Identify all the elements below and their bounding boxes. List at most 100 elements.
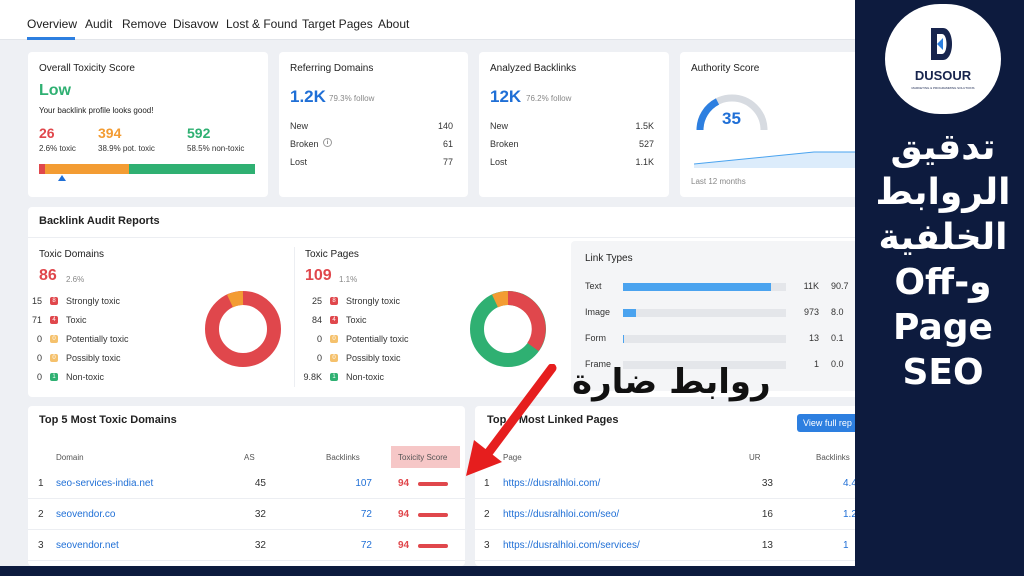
tab-bar: Overview Audit Remove Disavow Lost & Fou… bbox=[0, 0, 855, 40]
col-domain[interactable]: Domain bbox=[56, 453, 84, 462]
title-line-4: Off-و bbox=[894, 262, 992, 303]
toxicity-badge: 4 bbox=[50, 316, 58, 324]
tab-target-pages[interactable]: Target Pages bbox=[302, 17, 373, 31]
breakdown-count[interactable]: 9.8K bbox=[302, 372, 322, 382]
tab-lost-found[interactable]: Lost & Found bbox=[226, 17, 297, 31]
link-type-count: 11K bbox=[803, 281, 819, 291]
reports-title: Backlink Audit Reports bbox=[39, 215, 160, 227]
referring-new-value[interactable]: 140 bbox=[429, 121, 453, 131]
col-as[interactable]: AS bbox=[244, 453, 255, 462]
referring-title: Referring Domains bbox=[290, 63, 374, 74]
col-ur[interactable]: UR bbox=[749, 453, 761, 462]
breakdown-count[interactable]: 0 bbox=[302, 353, 322, 363]
tab-disavow[interactable]: Disavow bbox=[173, 17, 218, 31]
tab-overview[interactable]: Overview bbox=[27, 17, 77, 31]
referring-broken-value[interactable]: 61 bbox=[429, 139, 453, 149]
analyzed-backlinks-card: Analyzed Backlinks 12K 76.2% follow New … bbox=[479, 52, 669, 197]
breakdown-label: Possibly toxic bbox=[346, 353, 401, 363]
breakdown-count[interactable]: 0 bbox=[22, 372, 42, 382]
page-backlinks[interactable]: 1.2 bbox=[843, 509, 855, 520]
title-line-3: الخلفية bbox=[878, 217, 1008, 258]
toxic-domains-value[interactable]: 86 bbox=[39, 267, 57, 285]
breakdown-label: Potentially toxic bbox=[346, 334, 409, 344]
breakdown-label: Toxic bbox=[66, 315, 87, 325]
title-line-6: SEO bbox=[902, 352, 984, 393]
referring-new-label: New bbox=[290, 121, 309, 131]
toxicity-badge: 1 bbox=[50, 373, 58, 381]
top-toxic-domains-card: Top 5 Most Toxic Domains Domain AS Backl… bbox=[28, 406, 465, 566]
domain-link[interactable]: seovendor.net bbox=[56, 540, 119, 551]
breakdown-count[interactable]: 0 bbox=[302, 334, 322, 344]
authority-trend-sparkline bbox=[694, 151, 855, 168]
breakdown-label: Toxic bbox=[346, 315, 367, 325]
breakdown-count[interactable]: 84 bbox=[302, 315, 322, 325]
page-link[interactable]: https://dusralhloi.com/seo/ bbox=[503, 509, 619, 520]
domain-as: 32 bbox=[254, 540, 266, 551]
title-line-1: تدقيق bbox=[890, 127, 996, 168]
pot-toxic-count: 394 bbox=[98, 125, 122, 141]
row-number: 1 bbox=[38, 478, 44, 489]
non-toxic-label: 58.5% non-toxic bbox=[187, 144, 245, 153]
toxicity-card: Overall Toxicity Score Low Your backlink… bbox=[28, 52, 268, 197]
domain-backlinks[interactable]: 72 bbox=[346, 509, 372, 520]
page-backlinks[interactable]: 4.4 bbox=[843, 478, 855, 489]
link-type-label: Form bbox=[585, 333, 606, 343]
analyzed-value[interactable]: 12K bbox=[490, 87, 521, 107]
tab-remove[interactable]: Remove bbox=[122, 17, 167, 31]
toxicity-badge: 0 bbox=[50, 354, 58, 362]
domain-backlinks[interactable]: 72 bbox=[346, 540, 372, 551]
toxic-pages-value[interactable]: 109 bbox=[305, 267, 332, 285]
authority-score-card: Authority Score 35 Last 12 months bbox=[680, 52, 855, 197]
domain-link[interactable]: seo-services-india.net bbox=[56, 478, 153, 489]
breakdown-count[interactable]: 0 bbox=[22, 334, 42, 344]
row-number: 3 bbox=[484, 540, 490, 551]
toxicity-level: Low bbox=[39, 82, 71, 99]
brand-name: DUSOUR bbox=[914, 68, 972, 83]
domain-link[interactable]: seovendor.co bbox=[56, 509, 116, 520]
authority-value: 35 bbox=[722, 109, 741, 128]
row-number: 2 bbox=[38, 509, 44, 520]
analyzed-title: Analyzed Backlinks bbox=[490, 63, 577, 74]
page-ur: 13 bbox=[761, 540, 773, 551]
tab-audit[interactable]: Audit bbox=[85, 17, 112, 31]
toxicity-title: Overall Toxicity Score bbox=[39, 63, 135, 74]
toxicity-score-bar bbox=[418, 544, 448, 548]
analyzed-broken-value[interactable]: 527 bbox=[629, 139, 654, 149]
toxicity-badge: 0 bbox=[50, 335, 58, 343]
col-toxicity-score[interactable]: Toxicity Score bbox=[398, 453, 447, 462]
view-full-report-button[interactable]: View full rep bbox=[797, 414, 855, 432]
breakdown-count[interactable]: 0 bbox=[22, 353, 42, 363]
arabic-seo-title: تدقيق الروابط الخلفية Off-و Page SEO bbox=[862, 125, 1024, 395]
page-link[interactable]: https://dusralhloi.com/services/ bbox=[503, 540, 640, 551]
referring-value[interactable]: 1.2K bbox=[290, 87, 326, 107]
link-type-pct: 0.1 bbox=[831, 333, 844, 343]
link-type-label: Text bbox=[585, 281, 602, 291]
col-backlinks[interactable]: Backlinks bbox=[326, 453, 360, 462]
analyzed-new-label: New bbox=[490, 121, 509, 131]
authority-title: Authority Score bbox=[691, 63, 760, 74]
link-types-title: Link Types bbox=[585, 253, 633, 264]
dusour-d-icon bbox=[931, 28, 952, 60]
analyzed-new-value[interactable]: 1.5K bbox=[629, 121, 654, 131]
non-toxic-segment bbox=[128, 164, 255, 174]
referring-lost-value[interactable]: 77 bbox=[429, 157, 453, 167]
breakdown-count[interactable]: 25 bbox=[302, 296, 322, 306]
col-page-backlinks[interactable]: Backlinks bbox=[816, 453, 850, 462]
link-type-bar-fill bbox=[623, 309, 637, 317]
breakdown-label: Possibly toxic bbox=[66, 353, 121, 363]
breakdown-count[interactable]: 15 bbox=[22, 296, 42, 306]
referring-follow: 79.3% follow bbox=[329, 94, 375, 103]
tab-about[interactable]: About bbox=[378, 17, 409, 31]
breakdown-count[interactable]: 71 bbox=[22, 315, 42, 325]
title-line-2: الروابط bbox=[875, 172, 1011, 213]
toxic-pages-title: Toxic Pages bbox=[305, 249, 359, 260]
toxic-domains-title: Toxic Domains bbox=[39, 249, 105, 260]
top-domains-title: Top 5 Most Toxic Domains bbox=[39, 414, 177, 426]
link-type-bar bbox=[623, 335, 786, 343]
breakdown-label: Strongly toxic bbox=[66, 296, 121, 306]
toxic-label: 2.6% toxic bbox=[39, 144, 76, 153]
analyzed-lost-value[interactable]: 1.1K bbox=[629, 157, 654, 167]
domain-backlinks[interactable]: 107 bbox=[346, 478, 372, 489]
page-backlinks[interactable]: 1 bbox=[843, 540, 849, 551]
domain-as: 32 bbox=[254, 509, 266, 520]
